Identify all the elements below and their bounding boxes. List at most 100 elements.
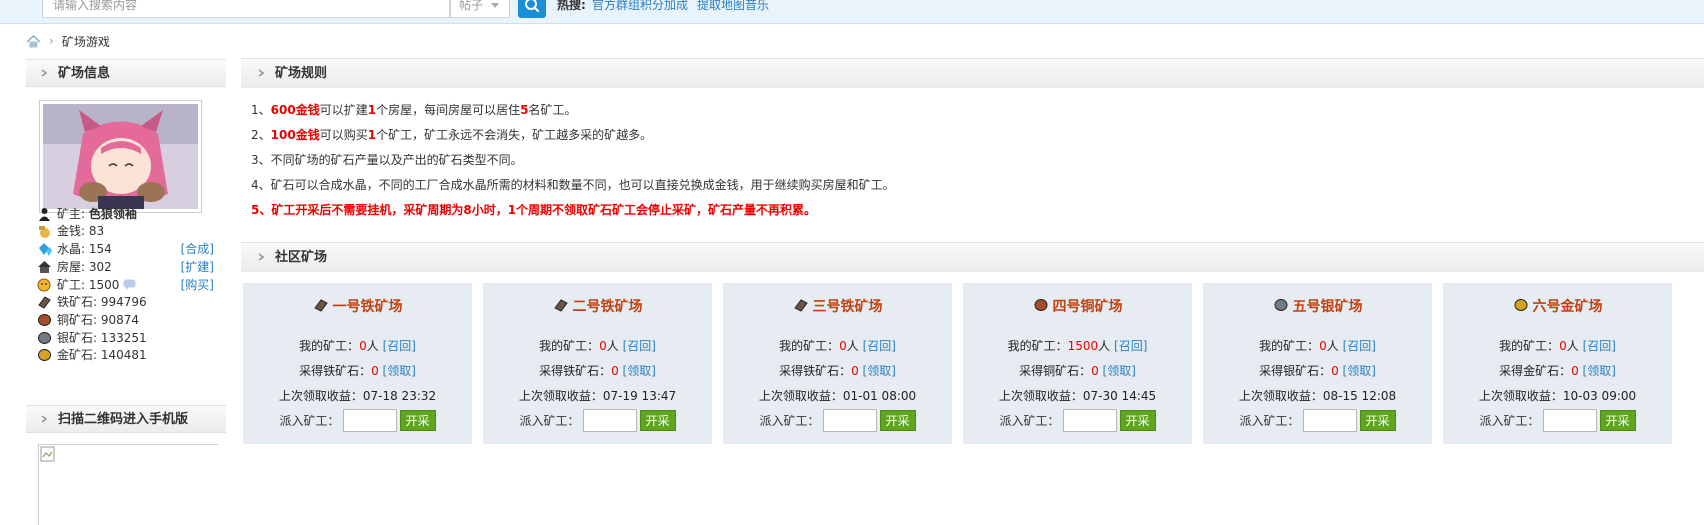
hot-link[interactable]: 官方群组积分加成	[592, 0, 688, 13]
recall-link[interactable]: [召回]	[1114, 339, 1147, 353]
collect-link[interactable]: [领取]	[1583, 364, 1616, 378]
breadcrumb-separator: ›	[49, 34, 54, 48]
miner-count: 0	[599, 339, 607, 353]
avatar[interactable]	[39, 100, 202, 213]
broken-image-icon	[40, 446, 55, 462]
last-collect-time: 08-15 12:08	[1322, 389, 1397, 403]
start-mining-button[interactable]: 开采	[1119, 410, 1156, 431]
chat-bubble-icon	[123, 279, 136, 290]
dispatch-label: 派入矿工：	[279, 414, 340, 428]
copper-ore-icon	[1034, 299, 1047, 311]
recall-link[interactable]: [召回]	[1343, 339, 1376, 353]
iron-ore-icon	[313, 299, 328, 312]
search-type-label: 帖子	[459, 0, 484, 12]
my-miners-line: 我的矿工：0人 [召回]	[539, 339, 656, 353]
dispatch-input[interactable]	[1062, 409, 1117, 432]
mine-card-title[interactable]: 五号银矿场	[1203, 296, 1432, 316]
stat-miner: 矿工: 1500 [购买]	[37, 276, 217, 294]
miner-count: 0	[1559, 339, 1567, 353]
rules-header: 矿场规则	[241, 58, 1704, 88]
money-bag-icon	[39, 226, 50, 238]
dispatch-input[interactable]	[822, 409, 877, 432]
mine-card-title[interactable]: 三号铁矿场	[723, 296, 952, 316]
ore-collected-line: 采得金矿石：0 [领取]	[1499, 364, 1616, 378]
my-miners-line: 我的矿工：0人 [召回]	[1499, 339, 1616, 353]
ore-count: 0	[1571, 364, 1579, 378]
last-collect-time: 10-03 09:00	[1562, 389, 1637, 403]
dispatch-row: 派入矿工： 开采	[963, 409, 1192, 432]
ore-collected-line: 采得铜矿石：0 [领取]	[1019, 364, 1136, 378]
collect-link[interactable]: [领取]	[1103, 364, 1136, 378]
stat-label: 房屋:	[57, 260, 86, 274]
rule-item: 1、600金钱可以扩建1个房屋，每间房屋可以居住5名矿工。	[251, 103, 577, 117]
stat-label: 银矿石:	[57, 331, 98, 345]
gold-ore-icon	[38, 349, 51, 361]
mine-name: 三号铁矿场	[812, 299, 883, 315]
iron-ore-icon	[38, 296, 51, 309]
expand-link[interactable]: [扩建]	[181, 258, 214, 276]
crystal-icon	[39, 243, 52, 256]
mine-name: 一号铁矿场	[332, 299, 403, 315]
stat-label: 金矿石:	[57, 348, 98, 362]
dispatch-row: 派入矿工： 开采	[1203, 409, 1432, 432]
dispatch-input[interactable]	[342, 409, 397, 432]
search-icon	[525, 0, 540, 13]
dispatch-input[interactable]	[1302, 409, 1357, 432]
mine-card-title[interactable]: 一号铁矿场	[243, 296, 472, 316]
house-icon	[38, 261, 51, 273]
start-mining-button[interactable]: 开采	[399, 410, 436, 431]
hot-search-label: 热搜:	[557, 0, 586, 12]
last-collect-line: 上次领取收益：07-18 23:32	[278, 389, 437, 403]
mine-card-title[interactable]: 六号金矿场	[1443, 296, 1672, 316]
start-mining-button[interactable]: 开采	[879, 410, 916, 431]
search-type-select[interactable]: 帖子	[450, 0, 510, 18]
home-icon[interactable]	[26, 34, 41, 48]
stat-value: 154	[88, 242, 112, 256]
start-mining-button[interactable]: 开采	[1359, 410, 1396, 431]
dispatch-input[interactable]	[582, 409, 637, 432]
synthesize-link[interactable]: [合成]	[181, 240, 214, 258]
start-mining-button[interactable]: 开采	[1599, 410, 1636, 431]
search-input[interactable]: 请输入搜索内容	[42, 0, 450, 18]
ore-count: 0	[1331, 364, 1339, 378]
buy-link[interactable]: [购买]	[181, 276, 214, 294]
mine-card-title[interactable]: 四号铜矿场	[963, 296, 1192, 316]
recall-link[interactable]: [召回]	[623, 339, 656, 353]
stat-house: 房屋: 302 [扩建]	[37, 258, 217, 276]
ore-count: 0	[611, 364, 619, 378]
dispatch-label: 派入矿工：	[1239, 414, 1300, 428]
collect-link[interactable]: [领取]	[1343, 364, 1376, 378]
search-button[interactable]	[518, 0, 546, 18]
recall-link[interactable]: [召回]	[383, 339, 416, 353]
collect-link[interactable]: [领取]	[863, 364, 896, 378]
dispatch-input[interactable]	[1542, 409, 1597, 432]
last-collect-line: 上次领取收益：10-03 09:00	[1478, 389, 1637, 403]
my-miners-line: 我的矿工：0人 [召回]	[779, 339, 896, 353]
rule-item-warning: 5、矿工开采后不需要挂机，采矿周期为8小时，1个周期不领取矿石矿工会停止采矿，矿…	[251, 203, 817, 217]
stat-label: 水晶:	[57, 242, 86, 256]
rule-item: 4、矿石可以合成水晶，不同的工厂合成水晶所需的材料和数量不同，也可以直接兑换成金…	[251, 178, 895, 192]
qr-code-image	[38, 444, 218, 525]
stat-value: 90874	[100, 313, 140, 327]
start-mining-button[interactable]: 开采	[639, 410, 676, 431]
mine-card-title[interactable]: 二号铁矿场	[483, 296, 712, 316]
collect-link[interactable]: [领取]	[383, 364, 416, 378]
gold-ore-icon	[1514, 299, 1527, 311]
rules-title: 矿场规则	[275, 66, 328, 81]
recall-link[interactable]: [召回]	[863, 339, 896, 353]
stat-label: 矿工:	[57, 278, 86, 292]
chevron-down-icon	[491, 3, 499, 8]
rule-item: 2、100金钱可以购买1个矿工，矿工永远不会消失，矿工越多采的矿越多。	[251, 128, 653, 142]
stat-value: 302	[88, 260, 112, 274]
collect-link[interactable]: [领取]	[623, 364, 656, 378]
last-collect-time: 01-01 08:00	[842, 389, 917, 403]
stat-silver: 银矿石: 133251	[37, 329, 217, 347]
arrow-right-icon	[41, 69, 48, 77]
stat-iron: 铁矿石: 994796	[37, 293, 217, 311]
arrow-right-icon	[258, 253, 265, 261]
stat-crystal: 水晶: 154 [合成]	[37, 240, 217, 258]
hot-link[interactable]: 提取地图音乐	[697, 0, 769, 13]
arrow-right-icon	[258, 69, 265, 77]
dispatch-label: 派入矿工：	[759, 414, 820, 428]
recall-link[interactable]: [召回]	[1583, 339, 1616, 353]
